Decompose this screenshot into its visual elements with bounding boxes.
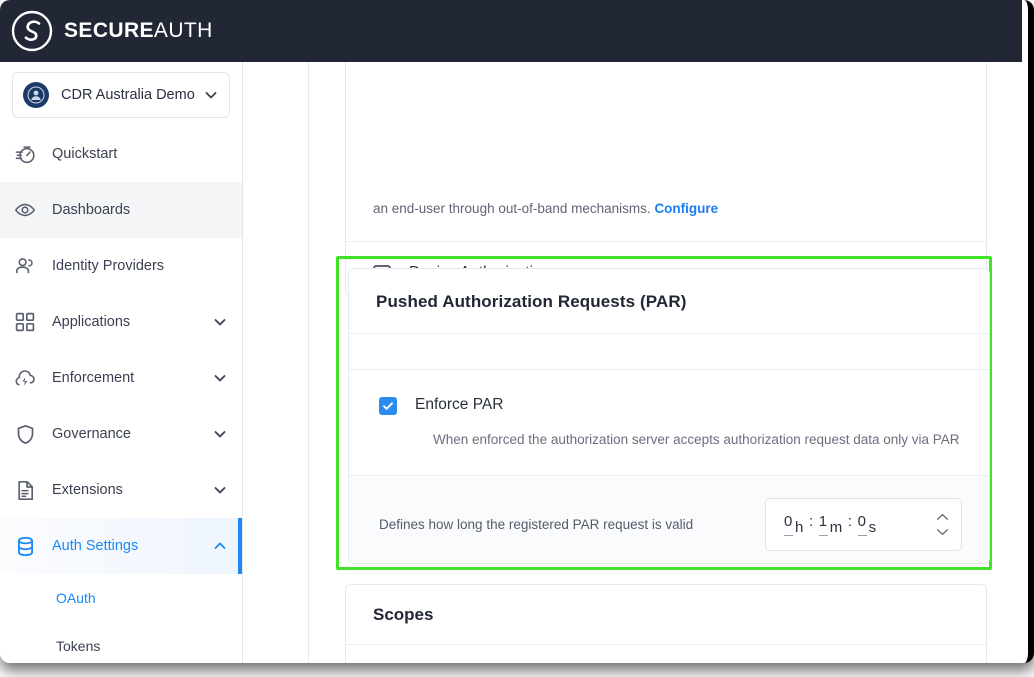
chevron-down-icon[interactable] (212, 482, 228, 498)
ciba-description-tail: an end-user through out-of-band mechanis… (373, 199, 959, 219)
sidebar-item-label: Identity Providers (52, 258, 165, 274)
configure-link[interactable]: Configure (654, 201, 718, 216)
sidebar-item-label: Enforcement (52, 370, 135, 386)
duration-hours-field[interactable]: 0 (784, 514, 793, 536)
enforce-par-row: Enforce PAR (379, 396, 962, 415)
par-card: Pushed Authorization Requests (PAR) Enfo… (348, 268, 990, 564)
enforce-par-section: Enforce PAR When enforced the authorizat… (349, 369, 989, 475)
shield-icon (12, 424, 38, 445)
main-content: an end-user through out-of-band mechanis… (310, 62, 1022, 663)
scopes-card: Scopes (345, 584, 987, 663)
scopes-body (346, 644, 986, 663)
document-icon (12, 480, 38, 501)
enforce-par-checkbox[interactable] (379, 397, 397, 415)
duration-seconds-unit: s (868, 519, 877, 536)
scopes-title: Scopes (373, 605, 434, 624)
grid-icon (12, 312, 38, 332)
sidebar-item-extensions[interactable]: Extensions (0, 462, 242, 518)
organization-name: CDR Australia Demo (61, 87, 195, 103)
chevron-down-icon[interactable] (212, 426, 228, 442)
duration-seconds-underline (857, 535, 867, 536)
users-icon (12, 255, 38, 277)
sidebar-subitem-tokens[interactable]: Tokens (0, 622, 242, 663)
sidebar-item-label: Extensions (52, 482, 123, 498)
browser-window: SECUREAUTH CDR Australia Demo Quickstart… (0, 0, 1034, 663)
par-duration-section: Defines how long the registered PAR requ… (349, 475, 989, 563)
duration-separator: : (847, 513, 853, 530)
par-duration-input[interactable]: 0 h : 1 m : 0 s (765, 498, 962, 551)
sidebar-item-auth-settings[interactable]: Auth Settings (0, 518, 242, 574)
chevron-down-icon (203, 87, 219, 103)
par-highlight-annotation: Pushed Authorization Requests (PAR) Enfo… (336, 256, 992, 570)
chevron-up-icon[interactable] (212, 538, 228, 554)
sidebar-nav: Quickstart Dashboards Identity Providers… (0, 126, 242, 663)
sidebar-item-label: Dashboards (52, 202, 131, 218)
secureauth-circle-logo (11, 10, 53, 52)
chevron-down-icon[interactable] (212, 314, 228, 330)
app-header: SECUREAUTH (0, 0, 1022, 62)
enforce-par-label: Enforce PAR (415, 396, 504, 413)
organization-selector[interactable]: CDR Australia Demo (12, 72, 230, 118)
duration-minutes-field[interactable]: 1 (818, 513, 828, 536)
brand-light: AUTH (153, 19, 213, 42)
duration-separator: : (808, 513, 814, 530)
enforce-par-description: When enforced the authorization server a… (433, 432, 960, 447)
sidebar-item-applications[interactable]: Applications (0, 294, 242, 350)
duration-hours-unit: h (795, 519, 804, 536)
par-duration-label: Defines how long the registered PAR requ… (379, 517, 694, 532)
sidebar-item-label: Applications (52, 314, 131, 330)
par-duration-value: 0 h : 1 m : 0 s (784, 513, 936, 536)
duration-hours-underline (784, 535, 793, 536)
sidebar-subitem-oauth[interactable]: OAuth (0, 574, 242, 622)
brand-wordmark: SECUREAUTH (64, 19, 213, 43)
brand-bold: SECURE (64, 19, 154, 42)
sidebar-item-label: Auth Settings (52, 538, 139, 554)
content-gutter (244, 62, 309, 663)
check-icon (383, 402, 393, 410)
sidebar-item-dashboards[interactable]: Dashboards (0, 182, 242, 238)
chevron-up-icon[interactable] (936, 513, 949, 521)
organization-avatar (23, 82, 49, 108)
ciba-description-text: an end-user through out-of-band mechanis… (373, 201, 651, 216)
duration-minutes-value: 1 (818, 513, 828, 530)
quickstart-icon (12, 144, 38, 165)
duration-seconds-field[interactable]: 0 (857, 513, 867, 536)
chevron-down-icon[interactable] (212, 370, 228, 386)
sidebar-item-identity-providers[interactable]: Identity Providers (0, 238, 242, 294)
duration-hours-value: 0 (784, 513, 793, 530)
sidebar-item-label: Quickstart (52, 146, 118, 162)
sidebar-item-enforcement[interactable]: Enforcement (0, 350, 242, 406)
eye-icon (12, 199, 38, 221)
duration-minutes-underline (818, 535, 828, 536)
sidebar-subitem-label: OAuth (56, 590, 96, 606)
duration-minutes-unit: m (829, 519, 843, 536)
screenshot-root: SECUREAUTH CDR Australia Demo Quickstart… (0, 0, 1034, 677)
par-card-spacer (349, 333, 989, 369)
sidebar-item-label: Governance (52, 426, 131, 442)
sidebar-item-governance[interactable]: Governance (0, 406, 242, 462)
par-card-title: Pushed Authorization Requests (PAR) (376, 292, 687, 311)
duration-seconds-value: 0 (857, 513, 867, 530)
chevron-down-icon[interactable] (936, 528, 949, 536)
organization-avatar-glyph (27, 86, 45, 104)
sidebar-item-quickstart[interactable]: Quickstart (0, 126, 242, 182)
duration-stepper[interactable] (936, 513, 949, 536)
database-icon (12, 536, 38, 557)
sidebar-subitem-label: Tokens (56, 638, 101, 654)
sidebar: CDR Australia Demo Quickstart Dashboards… (0, 62, 243, 663)
cloud-bolt-icon (12, 367, 38, 389)
